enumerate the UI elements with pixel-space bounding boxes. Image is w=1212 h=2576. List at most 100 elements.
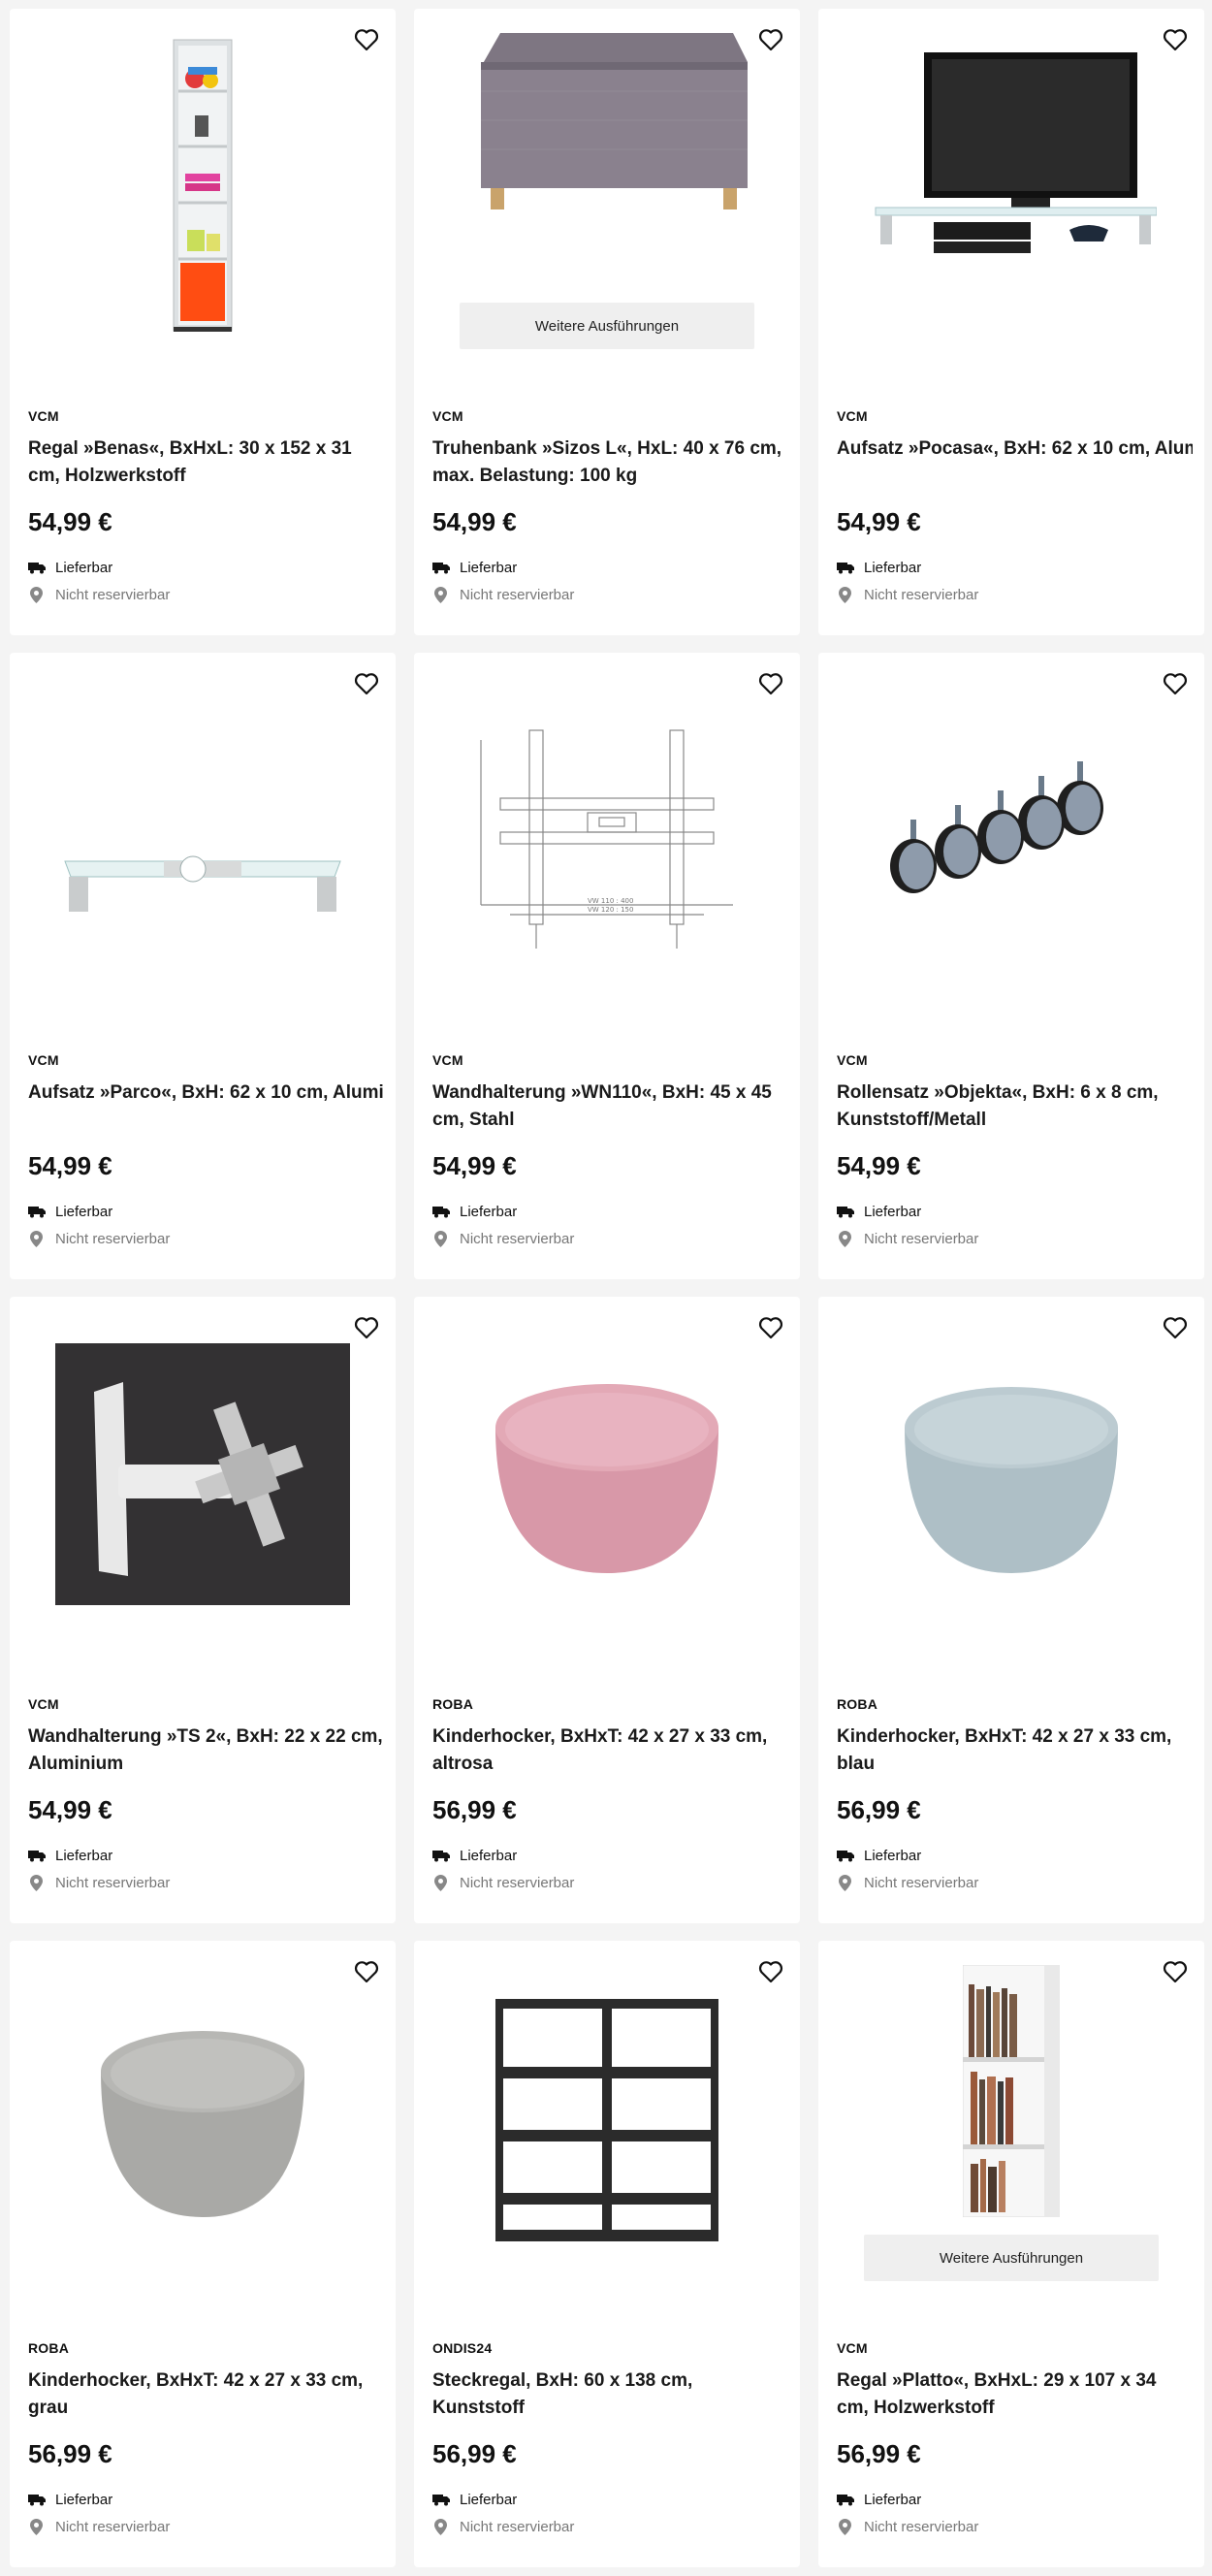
delivery-label: Lieferbar bbox=[55, 1847, 113, 1864]
store-status: Nicht reservierbar bbox=[28, 585, 384, 604]
delivery-status: Lieferbar bbox=[28, 558, 384, 577]
truck-icon bbox=[28, 562, 46, 573]
location-pin-icon bbox=[434, 586, 447, 603]
product-title[interactable]: Wandhalterung »WN110«, BxH: 45 x 45 cm, … bbox=[432, 1079, 788, 1134]
store-status: Nicht reservierbar bbox=[432, 585, 788, 604]
pouf-pink-icon bbox=[495, 1384, 718, 1573]
truck-icon bbox=[28, 1850, 46, 1861]
product-title[interactable]: Steckregal, BxH: 60 x 138 cm, Kunststoff bbox=[432, 2367, 788, 2422]
product-card[interactable]: VCM Aufsatz »Parco«, BxH: 62 x 10 cm, Al… bbox=[10, 653, 396, 1279]
product-image[interactable] bbox=[414, 1941, 800, 2300]
brand-label: ROBA bbox=[28, 2340, 70, 2356]
product-title[interactable]: Aufsatz »Parco«, BxH: 62 x 10 cm, Alumin… bbox=[28, 1079, 384, 1134]
product-title[interactable]: Regal »Benas«, BxHxL: 30 x 152 x 31 cm, … bbox=[28, 435, 384, 490]
more-variants-button[interactable]: Weitere Ausführungen bbox=[460, 303, 754, 349]
location-pin-icon bbox=[30, 586, 43, 603]
product-price: 54,99 € bbox=[28, 1151, 112, 1180]
delivery-label: Lieferbar bbox=[460, 2491, 518, 2508]
product-title[interactable]: Kinderhocker, BxHxT: 42 x 27 x 33 cm, bl… bbox=[837, 1723, 1193, 1778]
product-card[interactable]: ONDIS24 Steckregal, BxH: 60 x 138 cm, Ku… bbox=[414, 1941, 800, 2567]
wishlist-heart-icon[interactable] bbox=[1160, 668, 1191, 699]
product-image[interactable] bbox=[818, 653, 1204, 1012]
product-image[interactable] bbox=[10, 9, 396, 368]
product-title[interactable]: Regal »Platto«, BxHxL: 29 x 107 x 34 cm,… bbox=[837, 2367, 1193, 2422]
product-card[interactable]: ROBA Kinderhocker, BxHxT: 42 x 27 x 33 c… bbox=[10, 1941, 396, 2567]
product-image[interactable]: VW 110 : 400 VW 120 : 150 bbox=[414, 653, 800, 1012]
store-label: Nicht reservierbar bbox=[460, 1874, 575, 1891]
brand-label: VCM bbox=[28, 1696, 59, 1712]
bookshelf-icon bbox=[963, 1965, 1060, 2217]
delivery-status: Lieferbar bbox=[28, 1846, 384, 1865]
delivery-status: Lieferbar bbox=[432, 2490, 788, 2509]
product-card[interactable]: Weitere Ausführungen VCM Regal »Platto«,… bbox=[818, 1941, 1204, 2567]
location-pin-icon bbox=[434, 2518, 447, 2535]
wishlist-heart-icon[interactable] bbox=[351, 668, 382, 699]
location-pin-icon bbox=[839, 586, 851, 603]
product-card[interactable]: VCM Aufsatz »Pocasa«, BxH: 62 x 10 cm, A… bbox=[818, 9, 1204, 635]
truck-icon bbox=[837, 1206, 854, 1217]
brand-label: VCM bbox=[432, 408, 463, 424]
product-title[interactable]: Rollensatz »Objekta«, BxH: 6 x 8 cm, Kun… bbox=[837, 1079, 1193, 1134]
storage-bench-icon bbox=[481, 33, 748, 209]
wishlist-heart-icon[interactable] bbox=[755, 1956, 786, 1987]
location-pin-icon bbox=[839, 1230, 851, 1247]
product-image[interactable] bbox=[818, 9, 1204, 368]
store-label: Nicht reservierbar bbox=[460, 1230, 575, 1247]
product-price: 54,99 € bbox=[837, 1151, 921, 1180]
product-card[interactable]: ROBA Kinderhocker, BxHxT: 42 x 27 x 33 c… bbox=[818, 1297, 1204, 1923]
product-card[interactable]: VCM Wandhalterung »TS 2«, BxH: 22 x 22 c… bbox=[10, 1297, 396, 1923]
product-image[interactable] bbox=[10, 1941, 396, 2300]
wishlist-heart-icon[interactable] bbox=[351, 1956, 382, 1987]
svg-text:VW 110 : 400: VW 110 : 400 bbox=[588, 897, 633, 905]
truck-icon bbox=[28, 1206, 46, 1217]
more-variants-button[interactable]: Weitere Ausführungen bbox=[864, 2235, 1159, 2281]
product-title[interactable]: Kinderhocker, BxHxT: 42 x 27 x 33 cm, gr… bbox=[28, 2367, 384, 2422]
wishlist-heart-icon[interactable] bbox=[755, 24, 786, 55]
shelf-tall-icon bbox=[173, 39, 233, 332]
delivery-label: Lieferbar bbox=[864, 559, 922, 576]
product-card[interactable]: VCM Rollensatz »Objekta«, BxH: 6 x 8 cm,… bbox=[818, 653, 1204, 1279]
delivery-label: Lieferbar bbox=[460, 1203, 518, 1220]
product-card[interactable]: VCM Regal »Benas«, BxHxL: 30 x 152 x 31 … bbox=[10, 9, 396, 635]
wishlist-heart-icon[interactable] bbox=[351, 24, 382, 55]
product-price: 56,99 € bbox=[432, 1795, 517, 1824]
product-price: 54,99 € bbox=[432, 1151, 517, 1180]
store-status: Nicht reservierbar bbox=[837, 2517, 1193, 2536]
product-image[interactable] bbox=[10, 1297, 396, 1656]
wishlist-heart-icon[interactable] bbox=[1160, 1956, 1191, 1987]
delivery-label: Lieferbar bbox=[55, 1203, 113, 1220]
truck-icon bbox=[432, 1850, 450, 1861]
wishlist-heart-icon[interactable] bbox=[351, 1312, 382, 1343]
truck-icon bbox=[28, 2494, 46, 2505]
product-card[interactable]: ROBA Kinderhocker, BxHxT: 42 x 27 x 33 c… bbox=[414, 1297, 800, 1923]
wishlist-heart-icon[interactable] bbox=[1160, 1312, 1191, 1343]
truck-icon bbox=[837, 2494, 854, 2505]
store-label: Nicht reservierbar bbox=[55, 1874, 171, 1891]
store-label: Nicht reservierbar bbox=[460, 586, 575, 603]
product-price: 54,99 € bbox=[432, 507, 517, 536]
product-card[interactable]: Weitere Ausführungen VCM Truhenbank »Siz… bbox=[414, 9, 800, 635]
truck-icon bbox=[837, 562, 854, 573]
product-grid: VCM Regal »Benas«, BxHxL: 30 x 152 x 31 … bbox=[0, 0, 1212, 2576]
wishlist-heart-icon[interactable] bbox=[755, 668, 786, 699]
wishlist-heart-icon[interactable] bbox=[1160, 24, 1191, 55]
product-card[interactable]: VW 110 : 400 VW 120 : 150 VCM Wandhalter… bbox=[414, 653, 800, 1279]
product-title[interactable]: Kinderhocker, BxHxT: 42 x 27 x 33 cm, al… bbox=[432, 1723, 788, 1778]
wishlist-heart-icon[interactable] bbox=[755, 1312, 786, 1343]
store-label: Nicht reservierbar bbox=[864, 586, 979, 603]
store-label: Nicht reservierbar bbox=[864, 2518, 979, 2535]
location-pin-icon bbox=[30, 2518, 43, 2535]
store-status: Nicht reservierbar bbox=[432, 1873, 788, 1892]
product-title[interactable]: Truhenbank »Sizos L«, HxL: 40 x 76 cm, m… bbox=[432, 435, 788, 490]
delivery-label: Lieferbar bbox=[864, 1847, 922, 1864]
product-title[interactable]: Wandhalterung »TS 2«, BxH: 22 x 22 cm, A… bbox=[28, 1723, 384, 1778]
product-title[interactable]: Aufsatz »Pocasa«, BxH: 62 x 10 cm, Alumi… bbox=[837, 435, 1193, 490]
delivery-label: Lieferbar bbox=[864, 1203, 922, 1220]
product-image[interactable] bbox=[818, 1297, 1204, 1656]
location-pin-icon bbox=[839, 1874, 851, 1891]
product-image[interactable] bbox=[414, 1297, 800, 1656]
product-image[interactable] bbox=[10, 653, 396, 1012]
plastic-shelf-icon bbox=[495, 1999, 718, 2241]
delivery-label: Lieferbar bbox=[864, 2491, 922, 2508]
product-price: 54,99 € bbox=[837, 507, 921, 536]
